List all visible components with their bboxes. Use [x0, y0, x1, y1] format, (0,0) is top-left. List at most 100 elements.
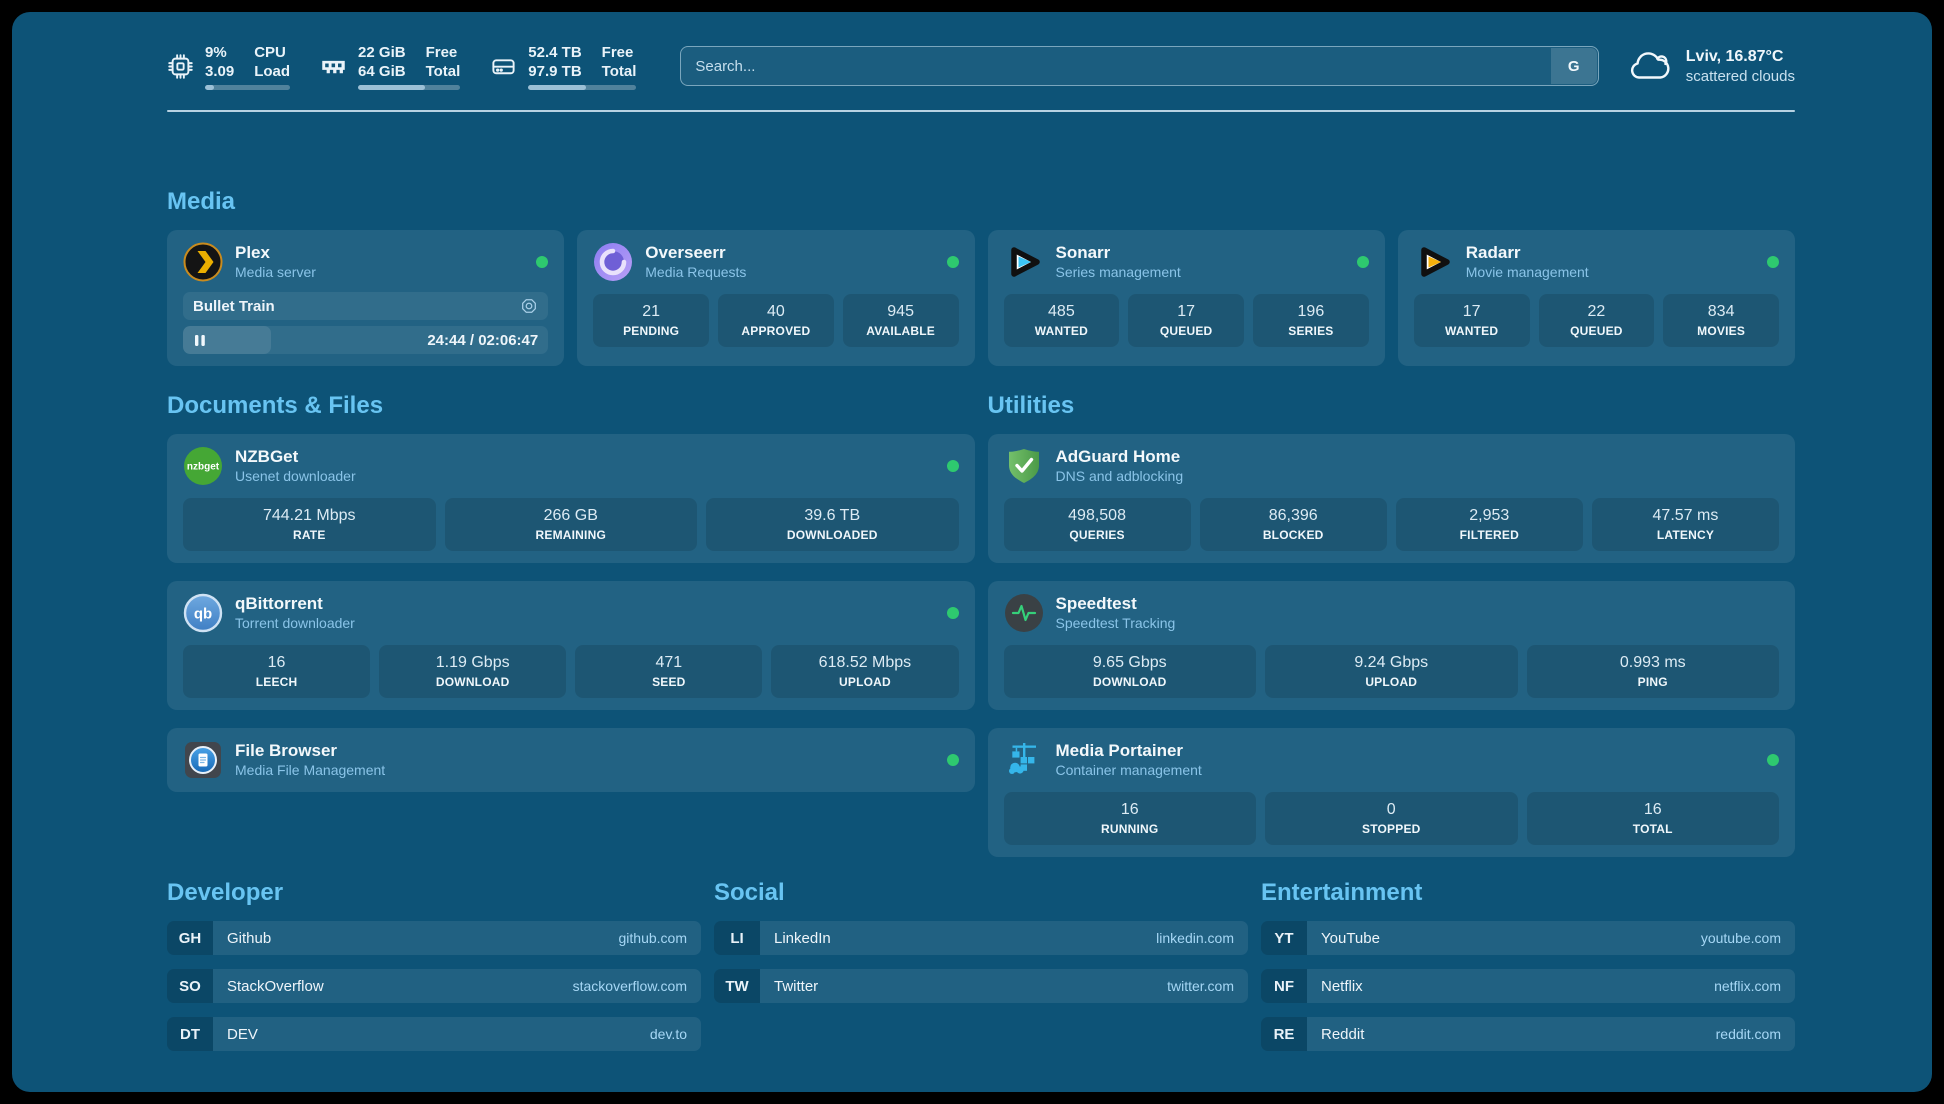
nzbget-app-link[interactable]: nzbget NZBGet Usenet downloader: [183, 446, 959, 486]
plex-subtitle: Media server: [235, 264, 316, 281]
filebrowser-status-dot: [947, 754, 959, 766]
stat-upload: 618.52 Mbps UPLOAD: [771, 645, 958, 698]
plex-playback-progress: 24:44 / 02:06:47: [183, 326, 548, 354]
sonarr-status-dot: [1357, 256, 1369, 268]
stat-upload: 9.24 Gbps UPLOAD: [1265, 645, 1518, 698]
speedtest-subtitle: Speedtest Tracking: [1056, 615, 1176, 632]
stat-approved: 40 APPROVED: [718, 294, 834, 347]
adguard-app-link[interactable]: AdGuard Home DNS and adblocking: [1004, 446, 1780, 486]
weather-widget: Lviv, 16.87°C scattered clouds: [1627, 47, 1795, 86]
bookmark-linkedin[interactable]: LI LinkedIn linkedin.com: [714, 921, 1248, 955]
stat-queries: 498,508 QUERIES: [1004, 498, 1191, 551]
qbittorrent-status-dot: [947, 607, 959, 619]
memory-free-value: 22 GiB: [358, 43, 406, 62]
sonarr-subtitle: Series management: [1056, 264, 1181, 281]
plex-app-link[interactable]: Plex Media server: [183, 242, 548, 282]
card-filebrowser: File Browser Media File Management: [167, 728, 975, 792]
cpu-progress-bar: [205, 85, 290, 90]
stat-leech: 16 LEECH: [183, 645, 370, 698]
card-radarr: Radarr Movie management 17 WANTED 22 QUE…: [1398, 230, 1795, 366]
sonarr-app-link[interactable]: Sonarr Series management: [1004, 242, 1369, 282]
memory-free-label: Free: [426, 43, 461, 62]
radarr-status-dot: [1767, 256, 1779, 268]
search-bar: G: [680, 46, 1598, 86]
card-plex: Plex Media server Bullet Train 24:44 / 0…: [167, 230, 564, 366]
view-session-icon: [520, 297, 538, 315]
section-title-developer: Developer: [167, 879, 701, 907]
speedtest-app-link[interactable]: Speedtest Speedtest Tracking: [1004, 593, 1780, 633]
stat-seed: 471 SEED: [575, 645, 762, 698]
resource-memory: 22 GiB 64 GiB Free Total: [320, 43, 460, 90]
card-qbittorrent: qb qBittorrent Torrent downloader 16 LEE…: [167, 581, 975, 710]
nzbget-title: NZBGet: [235, 447, 356, 467]
disk-free-label: Free: [602, 43, 637, 62]
bookmark-youtube[interactable]: YT YouTube youtube.com: [1261, 921, 1795, 955]
cpu-value-percent: 9%: [205, 43, 234, 62]
plex-title: Plex: [235, 243, 316, 263]
documents-column: Documents & Files nzbget NZBGet Usenet d…: [167, 392, 975, 792]
stat-wanted: 485 WANTED: [1004, 294, 1120, 347]
adguard-title: AdGuard Home: [1056, 447, 1184, 467]
section-title-social: Social: [714, 879, 1248, 907]
card-overseerr: Overseerr Media Requests 21 PENDING 40 A…: [577, 230, 974, 366]
bookmark-reddit[interactable]: RE Reddit reddit.com: [1261, 1017, 1795, 1051]
adguard-icon: [1004, 446, 1044, 486]
resource-disk: 52.4 TB 97.9 TB Free Total: [490, 43, 636, 90]
overseerr-app-link[interactable]: Overseerr Media Requests: [593, 242, 958, 282]
cloud-icon: [1627, 49, 1673, 83]
bookmarks-entertainment: Entertainment YT YouTube youtube.com NF …: [1261, 879, 1795, 1051]
qbittorrent-title: qBittorrent: [235, 594, 355, 614]
stat-rate: 744.21 Mbps RATE: [183, 498, 436, 551]
cpu-icon: [167, 53, 194, 80]
radarr-icon: [1414, 242, 1454, 282]
bookmark-stackoverflow[interactable]: SO StackOverflow stackoverflow.com: [167, 969, 701, 1003]
memory-icon: [320, 53, 347, 80]
section-title-utilities: Utilities: [988, 392, 1796, 420]
speedtest-title: Speedtest: [1056, 594, 1176, 614]
memory-total-label: Total: [426, 62, 461, 81]
radarr-app-link[interactable]: Radarr Movie management: [1414, 242, 1779, 282]
top-bar: 9% 3.09 CPU Load 22 GiB: [167, 12, 1795, 94]
filebrowser-app-link[interactable]: File Browser Media File Management: [183, 740, 959, 780]
sonarr-title: Sonarr: [1056, 243, 1181, 263]
header-divider: [167, 110, 1795, 112]
search-provider-button[interactable]: G: [1551, 48, 1597, 84]
weather-condition: scattered clouds: [1686, 67, 1795, 86]
overseerr-subtitle: Media Requests: [645, 264, 746, 281]
media-card-grid: Plex Media server Bullet Train 24:44 / 0…: [167, 230, 1795, 366]
now-playing-title: Bullet Train: [193, 298, 520, 315]
bookmark-github[interactable]: GH Github github.com: [167, 921, 701, 955]
disk-progress-bar: [528, 85, 636, 90]
qbittorrent-app-link[interactable]: qb qBittorrent Torrent downloader: [183, 593, 959, 633]
portainer-app-link[interactable]: Media Portainer Container management: [1004, 740, 1780, 780]
search-input[interactable]: [680, 46, 1598, 86]
plex-icon: [183, 242, 223, 282]
stat-filtered: 2,953 FILTERED: [1396, 498, 1583, 551]
filebrowser-title: File Browser: [235, 741, 385, 761]
stat-wanted: 17 WANTED: [1414, 294, 1530, 347]
cpu-value-load: 3.09: [205, 62, 234, 81]
stat-blocked: 86,396 BLOCKED: [1200, 498, 1387, 551]
pause-icon: [193, 334, 207, 347]
portainer-status-dot: [1767, 754, 1779, 766]
bookmark-twitter[interactable]: TW Twitter twitter.com: [714, 969, 1248, 1003]
disk-free-value: 52.4 TB: [528, 43, 581, 62]
utilities-column: Utilities AdGuard Home DNS and adb: [988, 392, 1796, 857]
portainer-subtitle: Container management: [1056, 762, 1202, 779]
speedtest-icon: [1004, 593, 1044, 633]
memory-progress-bar: [358, 85, 460, 90]
portainer-icon: [1004, 740, 1044, 780]
stat-download: 9.65 Gbps DOWNLOAD: [1004, 645, 1257, 698]
qbittorrent-icon: qb: [183, 593, 223, 633]
qbittorrent-subtitle: Torrent downloader: [235, 615, 355, 632]
cpu-label: CPU: [254, 43, 290, 62]
overseerr-status-dot: [947, 256, 959, 268]
filebrowser-subtitle: Media File Management: [235, 762, 385, 779]
filebrowser-icon: [183, 740, 223, 780]
stat-downloaded: 39.6 TB DOWNLOADED: [706, 498, 959, 551]
weather-location-temp: Lviv, 16.87°C: [1686, 47, 1795, 67]
bookmark-netflix[interactable]: NF Netflix netflix.com: [1261, 969, 1795, 1003]
stat-stopped: 0 STOPPED: [1265, 792, 1518, 845]
stat-latency: 47.57 ms LATENCY: [1592, 498, 1779, 551]
bookmark-dev[interactable]: DT DEV dev.to: [167, 1017, 701, 1051]
